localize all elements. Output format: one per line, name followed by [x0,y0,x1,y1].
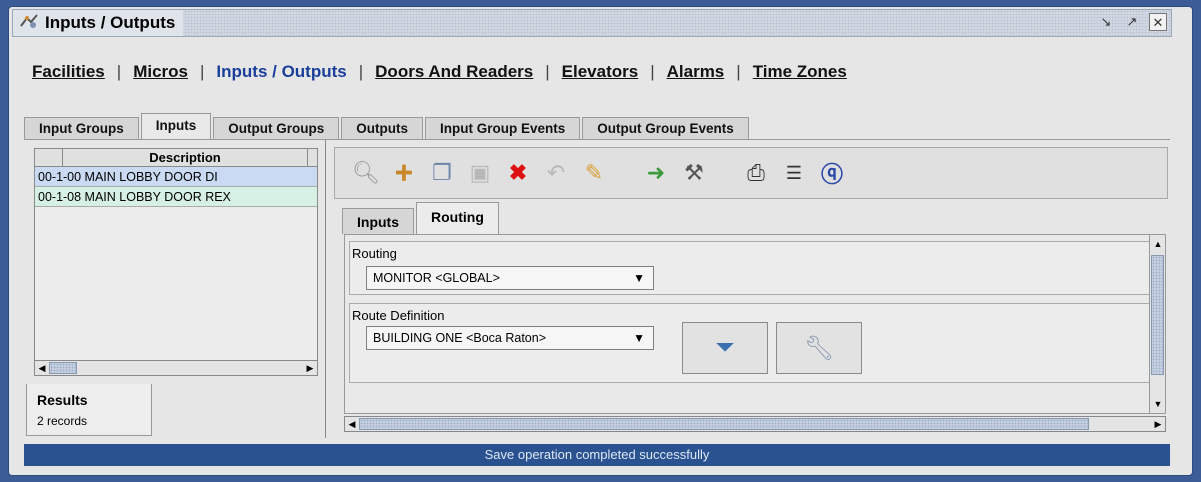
nav-alarms[interactable]: Alarms [667,62,725,82]
scroll-thumb[interactable] [49,362,77,374]
undo-icon[interactable]: ↶ [539,156,573,190]
tab-outputs[interactable]: Outputs [341,117,423,139]
detail-panel: 🔍︎ ➕︎ ❐ ▣ ✖ ↶ ✎ ➜ ⚒ ⎙ ☰ ⓠ Inputs Routing… [330,140,1170,438]
column-header-description[interactable]: Description [63,149,307,166]
add-icon[interactable]: ➕︎ [387,156,421,190]
tab-input-groups[interactable]: Input Groups [24,117,139,139]
window-title-area: Inputs / Outputs [13,10,184,36]
title-bar: Inputs / Outputs ↘ ↗ ✕ [12,9,1172,37]
grid-corner [35,149,63,166]
nav-inputs-outputs[interactable]: Inputs / Outputs [216,62,346,82]
minimize-icon[interactable]: ↘ [1097,13,1115,31]
search-icon[interactable]: 🔍︎ [349,156,383,190]
forward-icon[interactable]: ➜ [639,156,673,190]
save-icon[interactable]: ▣ [463,156,497,190]
routing-select[interactable]: MONITOR <GLOBAL> ▼ [366,266,654,290]
nav-micros[interactable]: Micros [133,62,188,82]
app-icon [19,12,39,35]
scroll-left-icon[interactable]: ◀ [35,361,49,375]
results-tab[interactable]: Results 2 records [26,384,152,436]
routing-section: Routing MONITOR <GLOBAL> ▼ [349,241,1151,295]
tab-inputs-detail[interactable]: Inputs [342,208,414,234]
nav-separator: | [650,62,655,81]
nav-separator: | [736,62,741,81]
routing-label: Routing [352,246,397,261]
print-icon[interactable]: ⎙ [739,156,773,190]
route-definition-value: BUILDING ONE <Boca Raton> [373,331,546,345]
nav-time-zones[interactable]: Time Zones [753,62,847,82]
scroll-thumb[interactable] [1151,255,1164,375]
wrench-icon: 🔧︎ [803,334,835,362]
scroll-right-icon[interactable]: ▶ [1151,417,1165,431]
records-grid: Description 00-1-00 MAIN LOBBY DOOR DI 0… [34,148,318,374]
nav-separator: | [199,62,205,81]
nav-separator: | [545,62,550,81]
chevron-down-icon[interactable]: ▼ [633,267,645,289]
detail-tabs: Inputs Routing [342,202,501,234]
nav-separator: | [358,62,364,81]
nav-facilities[interactable]: Facilities [32,62,105,82]
results-title: Results [37,392,88,408]
tab-output-groups[interactable]: Output Groups [213,117,340,139]
window-title: Inputs / Outputs [45,13,176,32]
copy-icon[interactable]: ❐ [425,156,459,190]
tools-icon[interactable]: ⚒ [677,156,711,190]
list-icon[interactable]: ☰ [777,156,811,190]
routing-value: MONITOR <GLOBAL> [373,271,500,285]
window-controls: ↘ ↗ ✕ [1097,13,1167,31]
content-vertical-scrollbar[interactable]: ▲ ▼ [1149,235,1165,413]
route-definition-section: Route Definition BUILDING ONE <Boca Rato… [349,303,1151,383]
top-nav: Facilities | Micros | Inputs / Outputs |… [32,62,847,82]
table-row[interactable]: 00-1-08 MAIN LOBBY DOOR REX [35,187,317,207]
nav-elevators[interactable]: Elevators [562,62,639,82]
scroll-thumb[interactable] [359,418,1089,430]
tab-routing[interactable]: Routing [416,202,499,234]
status-bar: Save operation completed successfully [24,444,1170,466]
grid-header-end [307,149,317,166]
routing-content: Routing MONITOR <GLOBAL> ▼ Route Definit… [344,234,1166,414]
configure-button[interactable]: 🔧︎ [776,322,862,374]
scroll-right-icon[interactable]: ▶ [303,361,317,375]
content-horizontal-scrollbar[interactable]: ◀ ▶ [344,416,1166,432]
filter-button[interactable]: ⏷ [682,322,768,374]
nav-doors-and-readers[interactable]: Doors And Readers [375,62,533,82]
main-tabs: Input Groups Inputs Output Groups Output… [24,113,751,139]
route-definition-label: Route Definition [352,308,445,323]
delete-icon[interactable]: ✖ [501,156,535,190]
restore-icon[interactable]: ↗ [1123,13,1141,31]
tab-input-group-events[interactable]: Input Group Events [424,117,581,139]
route-definition-select[interactable]: BUILDING ONE <Boca Raton> ▼ [366,326,654,350]
grid-header: Description [35,149,317,167]
close-icon[interactable]: ✕ [1149,13,1167,31]
results-count: 2 records [37,414,88,428]
edit-icon[interactable]: ✎ [577,156,611,190]
chevron-down-icon[interactable]: ▼ [633,327,645,349]
scroll-left-icon[interactable]: ◀ [345,417,359,431]
help-icon[interactable]: ⓠ [815,156,849,190]
list-horizontal-scrollbar[interactable]: ◀ ▶ [34,360,318,376]
tab-inputs[interactable]: Inputs [140,113,212,139]
table-row[interactable]: 00-1-00 MAIN LOBBY DOOR DI [35,167,317,187]
scroll-down-icon[interactable]: ▼ [1151,397,1165,411]
filter-icon: ⏷ [715,334,735,361]
tab-output-group-events[interactable]: Output Group Events [582,117,749,139]
list-panel: Description 00-1-00 MAIN LOBBY DOOR DI 0… [24,140,326,438]
nav-separator: | [116,62,122,81]
scroll-up-icon[interactable]: ▲ [1151,237,1165,251]
toolbar: 🔍︎ ➕︎ ❐ ▣ ✖ ↶ ✎ ➜ ⚒ ⎙ ☰ ⓠ [334,147,1168,199]
